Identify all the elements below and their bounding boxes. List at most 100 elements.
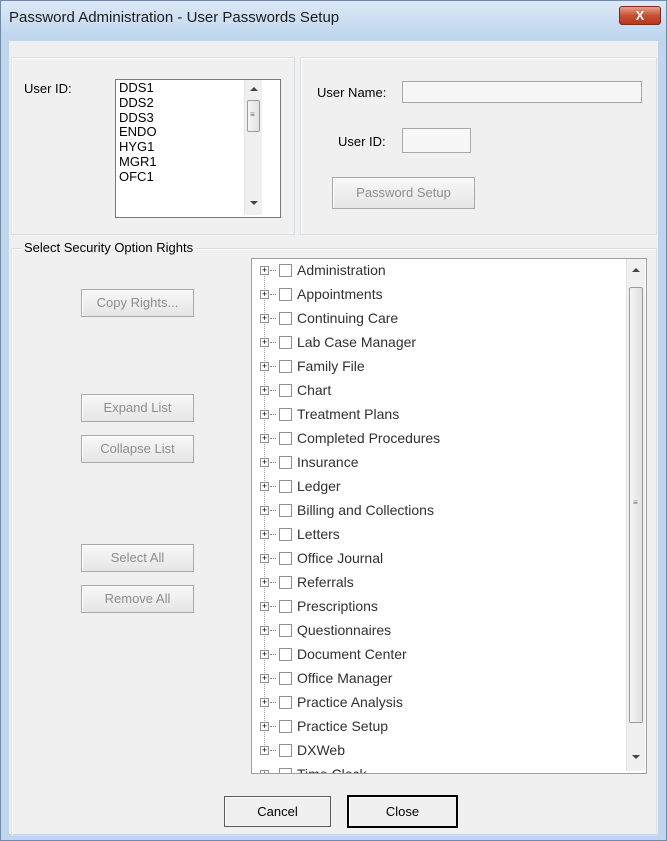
collapse-list-button[interactable]: Collapse List [81, 435, 194, 463]
expand-plus-icon[interactable]: + [260, 266, 269, 275]
tree-item-label: Insurance [297, 454, 359, 470]
copy-rights-button[interactable]: Copy Rights... [81, 289, 194, 317]
expand-plus-icon[interactable]: + [260, 698, 269, 707]
expand-plus-icon[interactable]: + [260, 602, 269, 611]
user-id-field[interactable] [402, 128, 471, 153]
tree-item-label: Office Journal [297, 550, 384, 566]
tree-item-label: Letters [297, 526, 340, 542]
expand-plus-icon[interactable]: + [260, 506, 269, 515]
dialog-client-area: User ID: DDS1 DDS2 DDS3 ENDO HYG1 MGR1 OFC1 ≡ … [9, 41, 658, 836]
scroll-down-arrow-icon[interactable] [250, 201, 258, 205]
expand-plus-icon[interactable]: + [260, 650, 269, 659]
tree-item-checkbox[interactable] [279, 720, 292, 733]
tree-connector [270, 750, 276, 751]
security-rights-tree[interactable]: + Administration + Appointments + Continuing … [251, 258, 647, 774]
tree-item-checkbox[interactable] [279, 504, 292, 517]
tree-item-label: Appointments [297, 286, 383, 302]
user-name-field[interactable] [402, 81, 642, 103]
tree-item-checkbox[interactable] [279, 528, 292, 541]
expand-plus-icon[interactable]: + [260, 386, 269, 395]
tree-item-checkbox[interactable] [279, 600, 292, 613]
tree-item-checkbox[interactable] [279, 744, 292, 757]
expand-plus-icon[interactable]: + [260, 410, 269, 419]
tree-item-checkbox[interactable] [279, 768, 292, 773]
expand-plus-icon[interactable]: + [260, 362, 269, 371]
expand-plus-icon[interactable]: + [260, 338, 269, 347]
cancel-button[interactable]: Cancel [224, 796, 331, 827]
close-button[interactable]: Close [347, 795, 458, 828]
expand-plus-icon[interactable]: + [260, 770, 269, 773]
tree-connector [270, 270, 276, 271]
tree-item-label: Treatment Plans [297, 406, 400, 422]
expand-plus-icon[interactable]: + [260, 314, 269, 323]
expand-plus-icon[interactable]: + [260, 674, 269, 683]
user-id-listbox[interactable]: DDS1 DDS2 DDS3 ENDO HYG1 MGR1 OFC1 ≡ [115, 79, 281, 218]
expand-plus-icon[interactable]: + [260, 626, 269, 635]
expand-plus-icon[interactable]: + [260, 722, 269, 731]
expand-list-button[interactable]: Expand List [81, 394, 194, 422]
tree-item-checkbox[interactable] [279, 480, 292, 493]
tree-scrollbar[interactable]: ≡ [626, 259, 645, 771]
tree-item-label: Lab Case Manager [297, 334, 417, 350]
title-bar[interactable]: Password Administration - User Passwords… [1, 1, 666, 33]
select-all-button[interactable]: Select All [81, 544, 194, 572]
window-title: Password Administration - User Passwords… [9, 9, 340, 26]
tree-item-checkbox[interactable] [279, 336, 292, 349]
tree-item-checkbox[interactable] [279, 696, 292, 709]
tree-item-checkbox[interactable] [279, 552, 292, 565]
expand-plus-icon[interactable]: + [260, 530, 269, 539]
tree-item-label: Questionnaires [297, 622, 392, 638]
scroll-up-arrow-icon[interactable] [250, 87, 258, 91]
grip-icon: ≡ [250, 110, 255, 119]
security-options-group: Select Security Option Rights Copy Right… [11, 240, 657, 836]
tree-connector [270, 606, 276, 607]
tree-item-checkbox[interactable] [279, 672, 292, 685]
expand-plus-icon[interactable]: + [260, 578, 269, 587]
tree-connector [270, 486, 276, 487]
tree-connector [270, 678, 276, 679]
user-name-label: User Name: [317, 85, 387, 100]
tree-item-checkbox[interactable] [279, 624, 292, 637]
expand-plus-icon[interactable]: + [260, 458, 269, 467]
tree-item-checkbox[interactable] [279, 264, 292, 277]
user-list-item[interactable]: DDS3 [119, 110, 157, 126]
remove-all-button[interactable]: Remove All [81, 585, 194, 613]
tree-item-label: Office Manager [297, 670, 393, 686]
tree-connector [270, 462, 276, 463]
tree-item-checkbox[interactable] [279, 408, 292, 421]
tree-item-label: Referrals [297, 574, 354, 590]
user-list-item[interactable]: ENDO [119, 125, 157, 140]
tree-connector [270, 294, 276, 295]
expand-plus-icon[interactable]: + [260, 746, 269, 755]
tree-item-checkbox[interactable] [279, 456, 292, 469]
user-list-item[interactable]: OFC1 [119, 169, 157, 185]
tree-item-checkbox[interactable] [279, 648, 292, 661]
window-frame: Password Administration - User Passwords… [0, 0, 667, 841]
user-list-item[interactable]: DDS1 [119, 80, 157, 96]
expand-plus-icon[interactable]: + [260, 434, 269, 443]
user-list-item[interactable]: DDS2 [119, 95, 157, 111]
tree-connector [270, 390, 276, 391]
tree-item-checkbox[interactable] [279, 384, 292, 397]
user-list-item[interactable]: HYG1 [119, 139, 157, 155]
tree-connector [270, 582, 276, 583]
expand-plus-icon[interactable]: + [260, 554, 269, 563]
tree-item-label: Completed Procedures [297, 430, 441, 446]
tree-item-checkbox[interactable] [279, 432, 292, 445]
user-list-scroll-thumb[interactable]: ≡ [247, 100, 260, 132]
tree-item-checkbox[interactable] [279, 360, 292, 373]
user-list-scrollbar[interactable]: ≡ [244, 80, 262, 215]
window-close-button[interactable]: X [619, 6, 661, 25]
expand-plus-icon[interactable]: + [260, 482, 269, 491]
password-setup-button[interactable]: Password Setup [332, 177, 475, 209]
tree-item-checkbox[interactable] [279, 312, 292, 325]
tree-scroll-down-arrow-icon[interactable] [632, 755, 640, 759]
tree-item-checkbox[interactable] [279, 288, 292, 301]
tree-connector [270, 510, 276, 511]
expand-plus-icon[interactable]: + [260, 290, 269, 299]
tree-scroll-up-arrow-icon[interactable] [632, 268, 640, 272]
user-list-item[interactable]: MGR1 [119, 154, 157, 170]
security-group-caption: Select Security Option Rights [22, 240, 196, 255]
tree-scroll-thumb[interactable]: ≡ [629, 287, 643, 723]
tree-item-checkbox[interactable] [279, 576, 292, 589]
